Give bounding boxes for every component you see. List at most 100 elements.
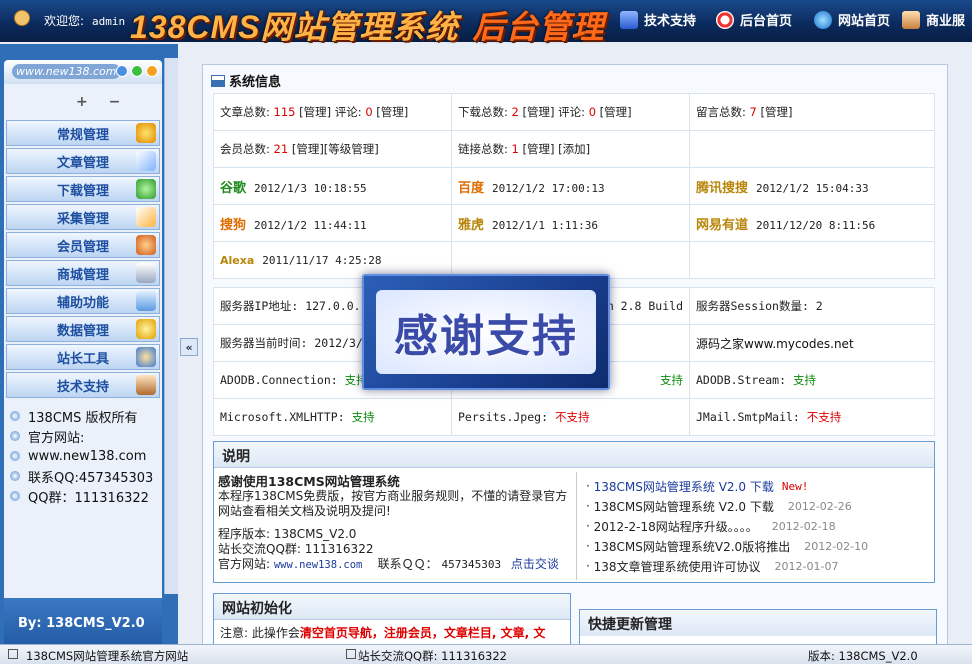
bullet-icon [10,431,20,441]
engine-cell: 雅虎 2012/1/1 1:11:36 [451,204,690,242]
explanation-body: 感谢使用138CMS网站管理系统 本程序138CMS免费版，按官方商业服务规则，… [218,474,574,573]
status-left: 138CMS网站管理系统官方网站 [26,649,189,663]
member-count-cell: 会员总数: 21 [管理][等级管理] [213,130,452,168]
engine-cell: Alexa 2011/11/17 4:25:28 [213,241,452,279]
table-row: 搜狗 2012/1/2 11:44:11 雅虎 2012/1/1 1:11:36 网… [213,204,935,242]
menu-articles[interactable]: 文章管理 [6,148,160,174]
nav-admin-home[interactable]: 后台首页 [716,10,792,29]
site-init-title: 网站初始化 [214,594,570,620]
engine-cell: 腾讯搜搜 2012/1/2 15:04:33 [689,167,935,205]
sidebar-header: www.new138.com [4,60,162,84]
engine-cell: 百度 2012/1/2 17:00:13 [451,167,690,205]
menu-downloads[interactable]: 下载管理 [6,176,160,202]
official-site-link[interactable]: www.new138.com [274,559,363,571]
sidebar-menu: 常规管理 文章管理 下载管理 采集管理 会员管理 商城管理 辅助功能 数据管理 … [6,120,160,400]
menu-support[interactable]: 技术支持 [6,372,160,398]
menu-members[interactable]: 会员管理 [6,232,160,258]
menu-collect[interactable]: 采集管理 [6,204,160,230]
site-info-list: 138CMS 版权所有 官方网站: www.new138.com 联系QQ:45… [10,406,160,506]
list-item[interactable]: · 2012-2-18网站程序升级。。。。 2012-02-18 [586,516,930,536]
welcome-text: 欢迎您: admin [44,14,126,28]
window-dots [116,65,158,77]
list-item[interactable]: · 138文章管理系统使用许可协议 2012-01-07 [586,556,930,576]
engine-cell: 网易有道 2011/12/20 8:11:56 [689,204,935,242]
article-icon [136,151,156,171]
click-chat-link[interactable]: 点击交谈 [511,557,559,571]
component-cell: Persits.Jpeg: 不支持 [451,398,690,436]
sysinfo-table: 文章总数: 115 [管理] 评论: 0 [管理] 下载总数: 2 [管理] 评… [213,93,935,279]
qq-group: 站长交流QQ群: 111316322 [218,542,374,556]
download-count-cell: 下载总数: 2 [管理] 评论: 0 [管理] [451,93,690,131]
cart-icon [136,263,156,283]
table-row: Alexa 2011/11/17 4:25:28 [213,241,935,279]
explanation-heading: 感谢使用138CMS网站管理系统 [218,474,400,489]
collapse-sidebar-button[interactable]: « [180,338,198,356]
table-row: 谷歌 2012/1/3 10:18:55 百度 2012/1/2 17:00:13 … [213,167,935,205]
list-item[interactable]: www.new138.com [10,446,160,466]
quick-update-title: 快捷更新管理 [580,610,936,636]
person-icon [902,10,920,29]
menu-webmaster[interactable]: 站长工具 [6,344,160,370]
sidebar-panel: + − 常规管理 文章管理 下载管理 采集管理 会员管理 商城管理 辅助功能 数… [4,84,162,654]
engine-cell: 谷歌 2012/1/3 10:18:55 [213,167,452,205]
empty-cell [451,241,690,279]
green-dot-icon [131,65,143,77]
top-header: 欢迎您: admin 138CMS网站管理系统 后台管理 技术支持 后台首页 网站首… [0,0,972,45]
program-version: 程序版本: 138CMS_V2.0 [218,527,357,541]
status-right: 版本: 138CMS_V2.0 [808,649,918,663]
list-item: QQ群：111316322 [10,486,160,506]
article-count-cell: 文章总数: 115 [管理] 评论: 0 [管理] [213,93,452,131]
support-icon [620,10,638,29]
bullet-icon [10,491,20,501]
list-item[interactable]: · 138CMS网站管理系统V2.0版将推出 2012-02-10 [586,536,930,556]
list-item[interactable]: · 138CMS网站管理系统 V2.0 下载 2012-02-26 [586,496,930,516]
list-item: 联系QQ:457345303 [10,466,160,486]
blue-dot-icon [116,65,128,77]
menu-data[interactable]: 数据管理 [6,316,160,342]
nav-tech-support[interactable]: 技术支持 [620,10,696,29]
sidebar-scrollbar[interactable] [164,58,178,594]
bullet-icon [10,471,20,481]
sysinfo-title: 系统信息 [211,71,281,90]
collect-icon [136,207,156,227]
list-item: 官方网站: [10,426,160,446]
explanation-panel: 说明 感谢使用138CMS网站管理系统 本程序138CMS免费版，按官方商业服务… [213,441,935,583]
nav-site-home[interactable]: 网站首页 [814,10,890,29]
menu-shop[interactable]: 商城管理 [6,260,160,286]
tools-icon [136,291,156,311]
site-init-note: 注意: 此操作会清空首页导航，注册会员，文章栏目, 文章, 文 [220,626,546,640]
link-count-cell: 链接总数: 1 [管理] [添加] [451,130,690,168]
bullet-icon [10,411,20,421]
table-row: 会员总数: 21 [管理][等级管理] 链接总数: 1 [管理] [添加] [213,130,935,168]
status-middle: 站长交流QQ群: 111316322 [358,649,507,663]
nav-business-service[interactable]: 商业服 [902,10,965,29]
download-icon [136,179,156,199]
component-cell: Microsoft.XMLHTTP: 支持 [213,398,452,436]
table-row: 文章总数: 115 [管理] 评论: 0 [管理] 下载总数: 2 [管理] 评… [213,93,935,131]
explanation-text: 本程序138CMS免费版，按官方商业服务规则，不懂的请登录官方网站查看相关文档及… [218,489,568,518]
status-bar: 138CMS网站管理系统官方网站 站长交流QQ群: 111316322 版本: … [0,644,972,664]
orange-dot-icon [146,65,158,77]
divider [576,472,577,580]
bullet-icon [10,451,20,461]
list-item[interactable]: · 138CMS网站管理系统 V2.0 下载 New! [586,476,930,496]
system-logo: 138CMS网站管理系统 后台管理 [130,9,605,45]
sidebar-url: www.new138.com [12,64,121,79]
menu-general[interactable]: 常规管理 [6,120,160,146]
expand-collapse-all[interactable]: + − [76,94,128,110]
lifebuoy-icon [716,10,734,29]
news-list: · 138CMS网站管理系统 V2.0 下载 New! · 138CMS网站管理系… [586,476,930,576]
banner-inner: 感谢支持 [376,290,596,374]
empty-cell [689,241,935,279]
empty-cell [689,130,935,168]
gear-icon [136,123,156,143]
server-session-cell: 服务器Session数量: 2 [689,287,935,325]
component-cell: ADODB.Stream: 支持 [689,361,935,399]
left-sidebar: www.new138.com + − 常规管理 文章管理 下载管理 采集管理 会… [0,44,178,654]
component-cell: JMail.SmtpMail: 不支持 [689,398,935,436]
page-icon [8,649,18,659]
menu-assist[interactable]: 辅助功能 [6,288,160,314]
official-site-row: 官方网站: www.new138.com 联系ＱＱ： 457345303 点击交… [218,557,559,571]
members-icon [136,235,156,255]
globe-icon [814,10,832,29]
